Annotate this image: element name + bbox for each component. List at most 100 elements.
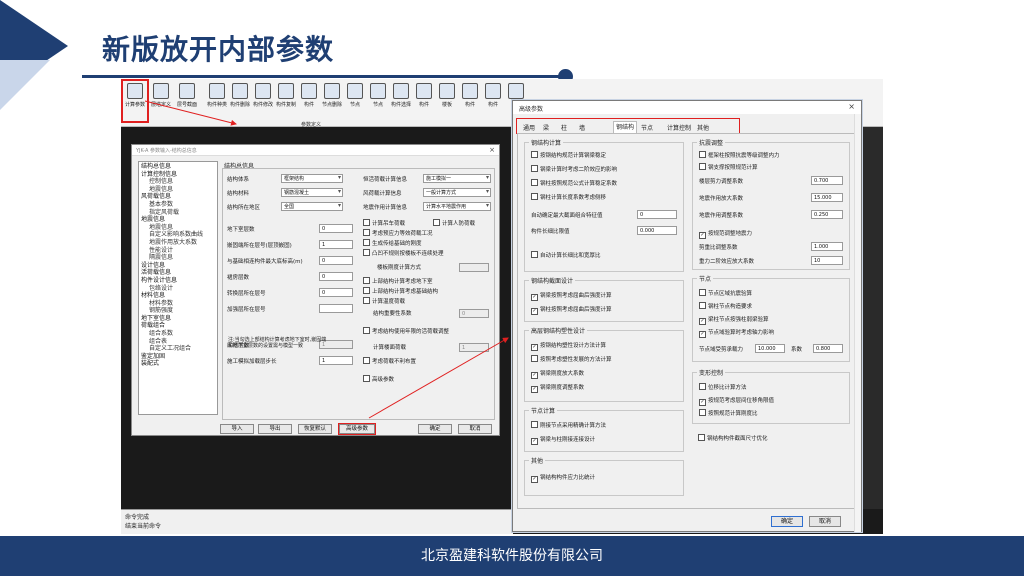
option-checkbox[interactable]: 钢支撑按照规范计算 — [699, 163, 758, 171]
export-button[interactable]: 导出 — [258, 424, 292, 434]
param-field[interactable]: 0.250 — [811, 210, 843, 219]
restore-default-button[interactable]: 恢复默认 — [298, 424, 332, 434]
param-tree[interactable]: 结构总信息 计算控制信息 控制信息 地震信息 风荷载信息 基本参数 指定风荷载 地震信息 地震信… — [138, 161, 218, 415]
option-checkbox[interactable]: 钢结构构件应力比统计 — [531, 473, 595, 483]
param-field[interactable]: 0 — [637, 210, 677, 219]
param-field[interactable]: 1 — [319, 240, 353, 249]
toolbar-tool-button[interactable]: 节点 — [366, 81, 390, 121]
toolbar-tool-button[interactable]: 构件 — [412, 81, 436, 121]
tree-item[interactable]: 构件设计信息 — [141, 277, 215, 285]
param-checkbox[interactable]: 生成传给基础的刚度 — [363, 239, 422, 247]
toolbar-tool-button[interactable]: 构件 — [481, 81, 505, 121]
toolbar-tool-button[interactable]: 节点删除 — [320, 81, 344, 121]
option-checkbox[interactable]: 按照规范计算刚度比 — [699, 409, 758, 417]
tab-6[interactable]: 计算控制 — [667, 123, 691, 132]
param-field[interactable]: 0.800 — [813, 344, 843, 353]
close-icon[interactable]: × — [848, 102, 855, 111]
tab-4[interactable]: 钢结构 — [613, 121, 638, 133]
tree-item[interactable]: 自定义工况组合 — [141, 345, 215, 353]
option-checkbox[interactable]: 位移比计算方法 — [699, 383, 747, 391]
param-checkbox[interactable]: 考虑结构使用年限的活荷载调整 — [363, 327, 449, 335]
toolbar-tool-button[interactable]: 构件选择 — [389, 81, 413, 121]
option-checkbox[interactable]: 按钢结构规范计算钢梁稳定 — [531, 151, 606, 159]
ok-button[interactable]: 确定 — [771, 516, 803, 527]
option-checkbox[interactable]: 节点区域抗震验算 — [699, 289, 752, 297]
import-button[interactable]: 导入 — [220, 424, 254, 434]
tab-0[interactable]: 通用 — [523, 123, 535, 132]
tab-2[interactable]: 柱 — [561, 123, 567, 132]
tree-item[interactable]: 地震作用放大系数 — [141, 239, 215, 247]
floor-define-button[interactable]: 层塔定义 — [149, 81, 173, 121]
param-field[interactable]: 0 — [319, 272, 353, 281]
tree-item[interactable]: 风荷载信息 — [141, 193, 215, 201]
option-checkbox[interactable]: 钢梁按照考虑屈曲后强度计算 — [531, 291, 612, 301]
toolbar-tool-button[interactable]: 构件复制 — [274, 81, 298, 121]
cancel-button[interactable]: 取消 — [809, 516, 841, 527]
tree-item[interactable]: 包络设计 — [141, 285, 215, 293]
tree-item[interactable]: 自定义影响系数曲线 — [141, 231, 215, 239]
scrollbar[interactable] — [854, 114, 861, 532]
param-checkbox[interactable]: 考虑预应力等效荷载工况 — [363, 229, 433, 237]
tab-1[interactable]: 梁 — [543, 123, 549, 132]
param-field[interactable] — [319, 304, 353, 313]
calc-params-button[interactable]: 计算参数 — [121, 79, 149, 123]
seismic-select[interactable]: 计算水平地震作用 — [423, 202, 491, 211]
option-checkbox[interactable]: 梁柱节点按强柱弱梁验算 — [699, 315, 769, 325]
importance-field[interactable]: 0 — [459, 309, 489, 318]
param-checkbox[interactable]: 考虑荷载不利布置 — [363, 357, 416, 365]
structure-system-select[interactable]: 框架结构 — [281, 174, 343, 183]
param-field[interactable]: 0.000 — [637, 226, 677, 235]
param-checkbox[interactable]: 计算吊车荷载 — [363, 219, 405, 227]
tab-7[interactable]: 其他 — [697, 123, 709, 132]
toolbar-tool-button[interactable]: 楼板 — [435, 81, 459, 121]
toolbar-tool-button[interactable]: 构件修改 — [251, 81, 275, 121]
section-button[interactable]: 层号截面 — [175, 81, 199, 121]
option-checkbox[interactable]: 刚接节点采用精确计算方法 — [531, 421, 606, 429]
param-field[interactable]: 0 — [319, 256, 353, 265]
option-checkbox[interactable]: 钢梁计算时考虑二阶效应的影响 — [531, 165, 617, 173]
param-checkbox[interactable]: 上部结构计算考虑地下室 — [363, 277, 433, 285]
toolbar-tool-button[interactable]: 构件种类 — [205, 81, 229, 121]
tree-item[interactable]: 隔震信息 — [141, 254, 215, 262]
region-select[interactable]: 全国 — [281, 202, 343, 211]
wind-select[interactable]: 一般计算方式 — [423, 188, 491, 197]
option-checkbox[interactable]: 按钢结构塑性设计方法计算 — [531, 341, 606, 351]
param-field[interactable]: 10.000 — [755, 344, 785, 353]
tree-item[interactable]: 荷载组合 — [141, 322, 215, 330]
tab-5[interactable]: 节点 — [641, 123, 653, 132]
tree-item[interactable]: 活荷载信息 — [141, 269, 215, 277]
param-checkbox[interactable]: 计算温度荷载 — [363, 297, 405, 305]
toolbar-tool-button[interactable]: 节点 — [343, 81, 367, 121]
param-field[interactable]: 1 — [319, 356, 353, 365]
tree-item[interactable]: 组合系数 — [141, 330, 215, 338]
ok-button[interactable]: 确定 — [418, 424, 452, 434]
option-checkbox[interactable]: 钢柱计算长度系数考虑侧移 — [531, 193, 606, 201]
option-checkbox[interactable]: 按照考虑塑性发展的方法计算 — [531, 355, 612, 363]
toolbar-tool-button[interactable]: 构件删除 — [228, 81, 252, 121]
param-field[interactable]: 0.700 — [811, 176, 843, 185]
tree-item[interactable]: 性能设计 — [141, 247, 215, 255]
param-field[interactable]: 1.000 — [811, 242, 843, 251]
advanced-params-button[interactable]: 高级参数 — [338, 423, 376, 435]
tree-item[interactable]: 钢筋强度 — [141, 307, 215, 315]
option-checkbox[interactable]: 钢柱节点构造要求 — [699, 302, 752, 310]
param-checkbox[interactable]: 凸凹不规则按楼板不连续处理 — [363, 249, 444, 257]
tree-item[interactable]: 控制信息 — [141, 178, 215, 186]
option-checkbox[interactable]: 钢柱按照考虑屈曲后强度计算 — [531, 305, 612, 315]
option-checkbox[interactable]: 钢柱按照规范公式计算稳定系数 — [531, 179, 617, 187]
tree-item[interactable]: 结构总信息 — [141, 163, 215, 171]
option-checkbox[interactable]: 钢梁与柱刚接连接设计 — [531, 435, 595, 445]
option-checkbox[interactable]: 按规范调整地震力 — [699, 229, 752, 239]
floor-load-field[interactable]: 1 — [459, 343, 489, 352]
option-checkbox[interactable]: 节点域验算时考虑轴力影响 — [699, 328, 774, 338]
option-checkbox[interactable]: 钢梁刚度调整系数 — [531, 383, 584, 393]
param-checkbox[interactable]: 高级参数 — [363, 375, 394, 383]
param-checkbox[interactable]: 计算人防荷载 — [433, 219, 475, 227]
option-checkbox[interactable]: 自动计算长细比和宽厚比 — [531, 251, 601, 259]
toolbar-tool-button[interactable]: 构件 — [458, 81, 482, 121]
param-field[interactable]: 0 — [319, 224, 353, 233]
option-checkbox[interactable]: 框架柱按照抗震等级调整内力 — [699, 151, 780, 159]
slab-stiffness-field[interactable] — [459, 263, 489, 272]
param-field[interactable]: 10 — [811, 256, 843, 265]
tree-item[interactable]: 材料信息 — [141, 292, 215, 300]
